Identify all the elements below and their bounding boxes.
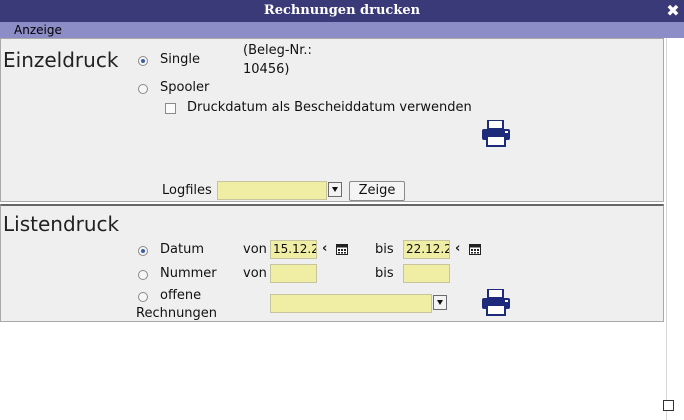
close-icon[interactable]: ✖ — [666, 0, 680, 22]
datum-von-label: von — [243, 242, 267, 257]
rechnungen-label: Rechnungen — [136, 306, 218, 321]
window-titlebar: Rechnungen drucken ✖ — [0, 0, 684, 22]
nummer-bis-input[interactable] — [403, 264, 450, 283]
offene-rechnungen-select[interactable] — [270, 294, 432, 313]
nummer-von-input[interactable] — [270, 264, 317, 283]
radio-datum-label: Datum — [160, 242, 204, 257]
radio-offene-rechnungen[interactable] — [138, 292, 148, 302]
zeige-button[interactable]: Zeige — [349, 181, 405, 201]
logfiles-label: Logfiles — [162, 183, 212, 198]
radio-spooler-label: Spooler — [160, 80, 210, 95]
nummer-von-label: von — [243, 266, 267, 281]
chevron-left-icon[interactable]: ‹ — [322, 242, 327, 256]
datum-von-input[interactable]: 15.12.2 — [270, 240, 317, 259]
printer-icon[interactable] — [481, 289, 511, 316]
scrollbar[interactable] — [666, 38, 684, 420]
einzeldruck-panel: Einzeldruck Single (Beleg-Nr.: 10456) Sp… — [0, 38, 664, 202]
radio-nummer-label: Nummer — [160, 266, 217, 281]
printer-icon[interactable] — [481, 120, 511, 147]
beleg-number: 10456) — [243, 62, 290, 77]
window-title: Rechnungen drucken — [263, 3, 421, 18]
radio-single-label: Single — [160, 52, 200, 67]
chevron-down-icon[interactable] — [433, 295, 447, 310]
resize-handle[interactable] — [663, 400, 674, 411]
datum-bis-label: bis — [375, 242, 394, 257]
logfiles-select[interactable] — [217, 181, 327, 200]
menu-item-anzeige[interactable]: Anzeige — [14, 22, 62, 38]
listendruck-panel: Listendruck Datum von 15.12.2 ‹ bis 22.1… — [0, 204, 664, 322]
einzeldruck-title: Einzeldruck — [3, 48, 119, 72]
chevron-down-icon[interactable] — [328, 182, 342, 197]
calendar-icon[interactable] — [336, 243, 348, 255]
offene-label: offene — [160, 288, 202, 303]
listendruck-title: Listendruck — [3, 212, 120, 236]
druckdatum-checkbox[interactable] — [165, 103, 176, 114]
menu-bar: Anzeige — [0, 22, 684, 38]
beleg-label: (Beleg-Nr.: — [243, 43, 312, 58]
datum-bis-input[interactable]: 22.12.2 — [403, 240, 450, 259]
chevron-left-icon[interactable]: ‹ — [455, 242, 460, 256]
druckdatum-checkbox-label: Druckdatum als Bescheiddatum verwenden — [187, 100, 472, 115]
radio-nummer[interactable] — [138, 270, 148, 280]
radio-spooler[interactable] — [138, 84, 148, 94]
nummer-bis-label: bis — [375, 266, 394, 281]
radio-single[interactable] — [138, 56, 148, 66]
calendar-icon[interactable] — [469, 243, 481, 255]
radio-datum[interactable] — [138, 246, 148, 256]
